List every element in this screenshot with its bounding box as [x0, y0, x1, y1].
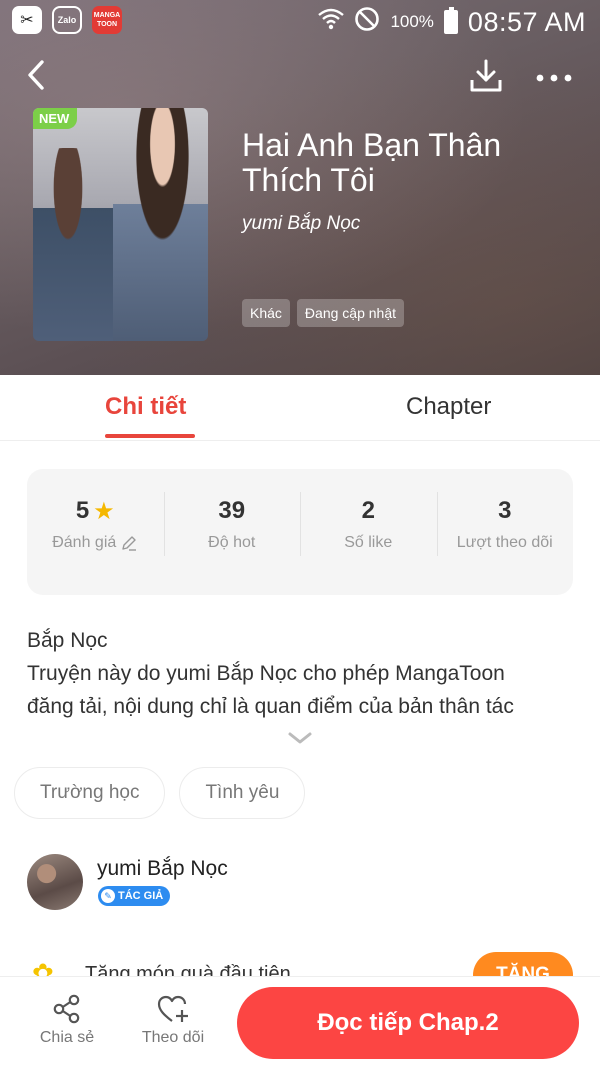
- likes-label: Số like: [344, 534, 393, 551]
- expand-description-button[interactable]: [286, 728, 314, 748]
- download-icon: [470, 59, 502, 92]
- share-button[interactable]: Chia sẻ: [27, 993, 107, 1047]
- genre-chip[interactable]: Tình yêu: [179, 767, 306, 819]
- author-badge: ✎ TÁC GIẢ: [98, 886, 171, 906]
- star-icon: ★: [93, 497, 115, 525]
- tab-chapter[interactable]: Chapter: [406, 393, 491, 421]
- tag-status: Đang cập nhật: [296, 299, 404, 327]
- pen-icon: ✎: [101, 889, 115, 903]
- share-label: Chia sẻ: [39, 1029, 95, 1046]
- zalo-app-icon: Zalo: [52, 6, 82, 34]
- followers-value: 3: [498, 497, 512, 524]
- chevron-left-icon: [28, 60, 44, 90]
- follow-label: Theo dõi: [141, 1029, 205, 1046]
- description-line: đăng tải, nội dung chỉ là quan điểm của …: [27, 695, 514, 718]
- comic-header: ✂ Zalo MANGA TOON 100% 08:57 AM NEW Hai …: [0, 0, 600, 375]
- comic-tags: Khác Đang cập nhật: [242, 299, 404, 327]
- capcut-app-icon: ✂: [12, 6, 42, 34]
- battery-icon: [443, 7, 458, 34]
- stat-likes: 2 Số like: [300, 488, 437, 576]
- hot-value: 39: [218, 497, 246, 524]
- wifi-icon: [318, 7, 345, 38]
- mangatoon-app-icon: MANGA TOON: [92, 6, 122, 34]
- follow-button[interactable]: Theo dõi: [133, 993, 213, 1047]
- author-name[interactable]: yumi Bắp Nọc: [97, 857, 228, 881]
- status-indicators: 100% 08:57 AM: [318, 4, 586, 40]
- stat-rating[interactable]: 5 ★ Đánh giá: [27, 488, 164, 576]
- genre-list: Trường học Tình yêu: [14, 767, 306, 819]
- battery-percent: 100%: [390, 12, 434, 31]
- rating-value: 5: [75, 497, 90, 524]
- description-line: Bắp Nọc: [27, 629, 108, 652]
- author-avatar[interactable]: [27, 854, 83, 910]
- comic-cover-image: NEW: [33, 108, 208, 341]
- continue-reading-button[interactable]: Đọc tiếp Chap.2: [237, 987, 579, 1059]
- hot-label: Độ hot: [208, 534, 256, 551]
- bottom-action-bar: Chia sẻ Theo dõi Đọc tiếp Chap.2: [0, 976, 600, 1067]
- comic-author[interactable]: yumi Bắp Nọc: [242, 213, 360, 235]
- tab-details[interactable]: Chi tiết: [105, 393, 186, 421]
- share-icon: [53, 994, 80, 1024]
- author-badge-label: TÁC GIẢ: [118, 890, 164, 902]
- stat-hot: 39 Độ hot: [163, 488, 301, 576]
- comic-title: Hai Anh Bạn Thân Thích Tôi: [242, 127, 502, 198]
- rating-label: Đánh giá: [52, 534, 117, 551]
- more-horizontal-icon: [536, 74, 572, 82]
- more-options-button[interactable]: [532, 60, 576, 96]
- do-not-disturb-icon: [354, 6, 380, 39]
- comic-description: Bắp Nọc Truyện này do yumi Bắp Nọc cho p…: [27, 624, 577, 723]
- stats-card: 5 ★ Đánh giá 39 Độ hot 2 Số like 3 Lượt …: [27, 469, 573, 595]
- detail-tabs: Chi tiết Chapter: [0, 375, 600, 441]
- heart-plus-icon: [157, 995, 188, 1022]
- download-button[interactable]: [468, 58, 504, 94]
- stat-followers: 3 Lượt theo dõi: [436, 488, 574, 576]
- clock: 08:57 AM: [467, 6, 586, 37]
- description-line: Truyện này do yumi Bắp Nọc cho phép Mang…: [27, 662, 505, 685]
- status-bar: ✂ Zalo MANGA TOON 100% 08:57 AM: [0, 0, 600, 44]
- active-tab-indicator: [105, 434, 195, 438]
- genre-chip[interactable]: Trường học: [14, 767, 166, 819]
- new-badge: NEW: [33, 108, 78, 129]
- chevron-down-icon: [288, 732, 312, 744]
- likes-value: 2: [361, 497, 375, 524]
- back-button[interactable]: [22, 58, 52, 92]
- followers-label: Lượt theo dõi: [456, 534, 553, 551]
- tag-category: Khác: [242, 299, 290, 327]
- edit-icon: [122, 536, 137, 551]
